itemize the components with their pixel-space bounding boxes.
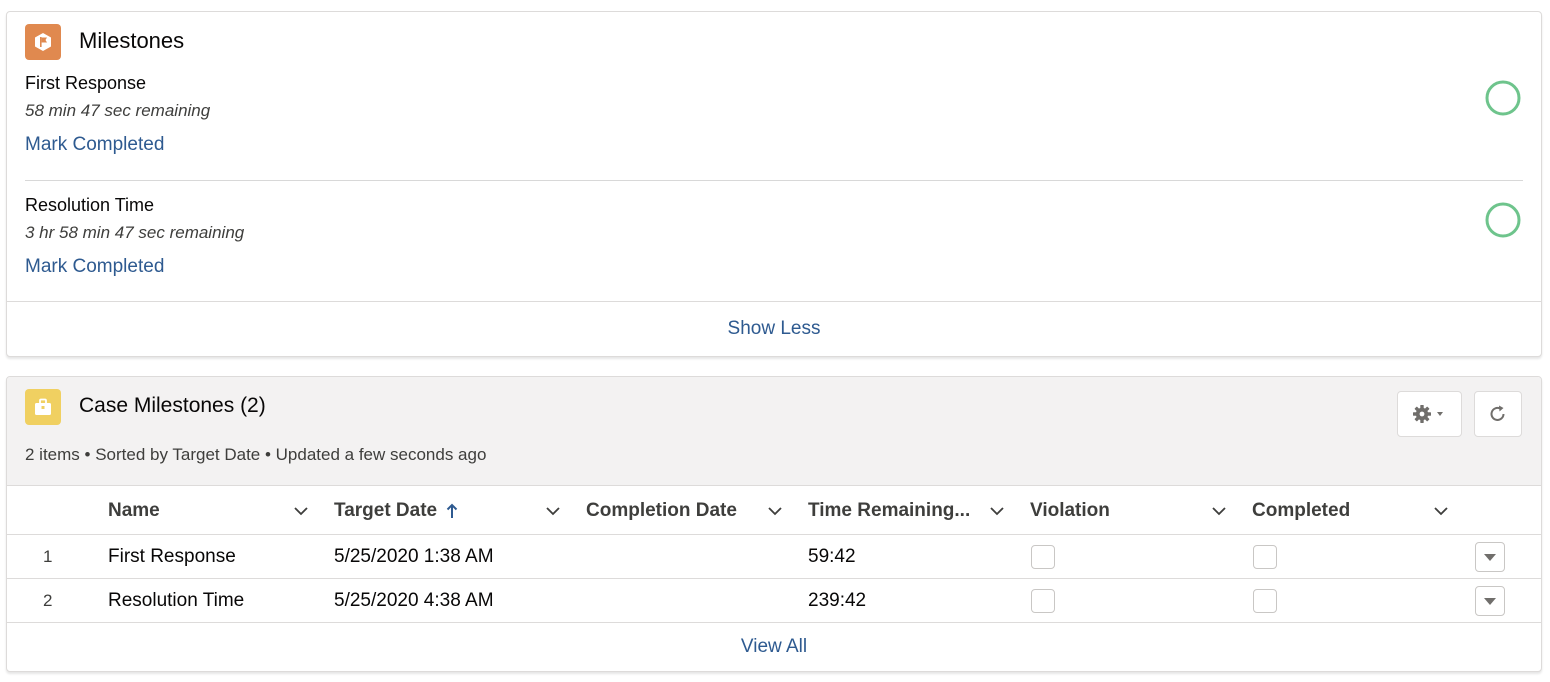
column-header-violation[interactable]: Violation (1030, 486, 1110, 535)
milestone-progress-ring-icon (1485, 80, 1521, 116)
table-header: Name Target Date Completion Date Time Re… (7, 486, 1541, 535)
table-row: 1 First Response 5/25/2020 1:38 AM 59:42 (7, 535, 1541, 579)
milestone-remaining: 58 min 47 sec remaining (25, 101, 211, 120)
case-milestones-title: Case Milestones (2) (79, 394, 266, 417)
column-header-target-date[interactable]: Target Date (334, 486, 461, 535)
milestone-name: First Response (25, 73, 147, 93)
chevron-down-icon[interactable] (1209, 501, 1229, 521)
refresh-button[interactable] (1474, 391, 1522, 437)
view-all-link[interactable]: View All (741, 636, 807, 658)
case-milestones-footer: View All (7, 622, 1541, 671)
chevron-down-icon (1484, 598, 1496, 605)
flag-icon (25, 24, 61, 60)
gear-icon (1412, 405, 1443, 423)
briefcase-icon (25, 389, 61, 425)
row-number: 1 (43, 547, 53, 566)
cell-time-remaining: 59:42 (808, 546, 856, 567)
chevron-down-icon[interactable] (543, 501, 563, 521)
chevron-down-icon (1484, 554, 1496, 561)
mark-completed-link[interactable]: Mark Completed (25, 134, 164, 156)
violation-checkbox (1031, 545, 1055, 569)
violation-checkbox (1031, 589, 1055, 613)
milestones-footer: Show Less (7, 301, 1541, 356)
list-info: 2 items • Sorted by Target Date • Update… (25, 445, 487, 464)
column-header-completion-date[interactable]: Completion Date (586, 486, 737, 535)
cell-time-remaining: 239:42 (808, 590, 867, 611)
row-number: 2 (43, 591, 53, 610)
chevron-down-icon[interactable] (291, 501, 311, 521)
chevron-down-icon (1436, 412, 1443, 416)
show-less-link[interactable]: Show Less (728, 318, 821, 340)
cell-target-date: 5/25/2020 4:38 AM (334, 590, 494, 611)
milestone-remaining: 3 hr 58 min 47 sec remaining (25, 223, 245, 242)
milestone-item: First Response 58 min 47 sec remaining M… (25, 73, 1523, 169)
cell-name: Resolution Time (108, 590, 245, 611)
mark-completed-link[interactable]: Mark Completed (25, 256, 164, 278)
row-actions-button[interactable] (1475, 542, 1505, 572)
cell-target-date: 5/25/2020 1:38 AM (334, 546, 494, 567)
milestone-name: Resolution Time (25, 195, 155, 215)
arrow-up-icon (446, 503, 458, 518)
completed-checkbox (1253, 545, 1277, 569)
column-header-time-remaining[interactable]: Time Remaining... (808, 486, 970, 535)
milestone-divider (25, 180, 1523, 181)
chevron-down-icon[interactable] (765, 501, 785, 521)
completed-checkbox (1253, 589, 1277, 613)
case-milestones-card: Case Milestones (2) 2 items • Sorted by … (6, 376, 1542, 672)
refresh-icon (1490, 405, 1505, 421)
chevron-down-icon[interactable] (1431, 501, 1451, 521)
milestone-progress-ring-icon (1485, 202, 1521, 238)
column-header-name[interactable]: Name (108, 486, 160, 535)
list-settings-button[interactable] (1397, 391, 1462, 437)
column-header-completed[interactable]: Completed (1252, 486, 1350, 535)
cell-name: First Response (108, 546, 236, 567)
table-row: 2 Resolution Time 5/25/2020 4:38 AM 239:… (7, 579, 1541, 623)
milestone-item: Resolution Time 3 hr 58 min 47 sec remai… (25, 195, 1523, 291)
milestones-card: Milestones First Response 58 min 47 sec … (6, 11, 1542, 357)
chevron-down-icon[interactable] (987, 501, 1007, 521)
milestones-title: Milestones (79, 28, 185, 53)
row-actions-button[interactable] (1475, 586, 1505, 616)
